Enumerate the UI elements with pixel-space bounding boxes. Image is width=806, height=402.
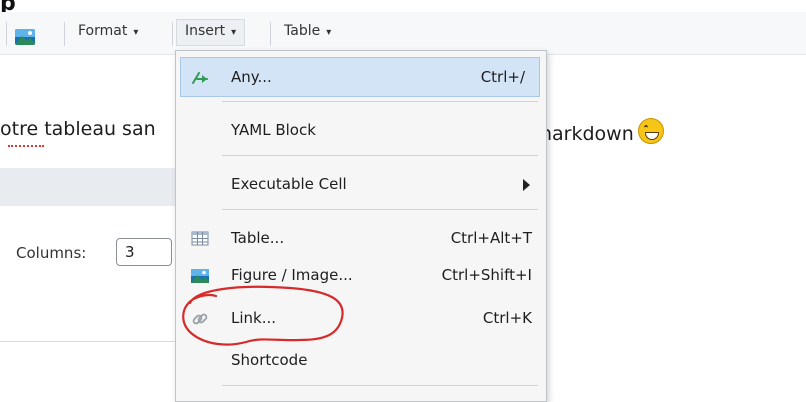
menu-separator (222, 101, 538, 102)
columns-input[interactable] (116, 238, 172, 266)
menu-item-any[interactable]: Any... Ctrl+/ (180, 57, 540, 97)
menu-separator (222, 385, 538, 386)
top-strip: p (0, 0, 806, 16)
chevron-down-icon: ▾ (133, 27, 139, 38)
table-grid-icon (191, 230, 209, 248)
menu-item-shortcode[interactable]: Shortcode (176, 341, 546, 381)
menu-item-shortcut: Ctrl+Shift+I (441, 266, 532, 284)
menu-item-executable-cell[interactable]: Executable Cell (176, 165, 546, 205)
toolbar-separator (6, 22, 7, 46)
menu-item-table[interactable]: Table... Ctrl+Alt+T (176, 219, 546, 259)
table-menu-label: Table (284, 23, 321, 39)
panel-divider (0, 341, 180, 342)
chevron-down-icon: ▾ (326, 27, 332, 38)
menu-item-label: Any... (231, 68, 272, 86)
menu-item-label: Table... (231, 229, 285, 247)
toolbar-separator (64, 22, 65, 46)
editor-toolbar: Format ▾ Insert ▾ Table ▾ (0, 12, 806, 55)
document-text-left[interactable]: otre tableau san (0, 118, 156, 140)
menu-item-label: YAML Block (231, 121, 316, 139)
menu-item-link[interactable]: Link... Ctrl+K (176, 299, 546, 339)
dialog-panel-header (0, 168, 180, 206)
format-menu-button[interactable]: Format ▾ (78, 23, 138, 39)
menu-item-label: Shortcode (231, 351, 308, 369)
document-text-right: narkdown (540, 123, 634, 145)
submenu-arrow-icon (523, 179, 530, 191)
toolbar-separator (172, 22, 173, 46)
toolbar-separator (270, 22, 271, 46)
menu-item-label: Executable Cell (231, 175, 347, 193)
arrow-icon (191, 69, 209, 87)
insert-image-icon[interactable] (15, 29, 35, 45)
menu-item-figure-image[interactable]: Figure / Image... Ctrl+Shift+I (176, 256, 546, 296)
insert-menu-label: Insert (185, 23, 226, 39)
chevron-down-icon: ▾ (231, 27, 237, 38)
insert-menu-button[interactable]: Insert ▾ (176, 19, 246, 46)
spellcheck-underline (8, 143, 44, 147)
insert-dropdown-menu: Any... Ctrl+/ YAML Block Executable Cell… (175, 50, 547, 402)
columns-label: Columns: (16, 244, 87, 262)
menu-item-shortcut: Ctrl+Alt+T (450, 229, 532, 247)
menu-item-shortcut: Ctrl+K (482, 309, 532, 327)
grinning-sweat-emoji-icon (637, 118, 664, 144)
document-text-right-wrapper[interactable]: narkdown (540, 118, 664, 145)
table-menu-button[interactable]: Table ▾ (284, 23, 331, 39)
menu-item-shortcut: Ctrl+/ (480, 68, 525, 86)
menu-item-label: Link... (231, 309, 277, 327)
format-menu-label: Format (78, 23, 128, 39)
menu-separator (222, 155, 538, 156)
menu-separator (222, 209, 538, 210)
image-icon (191, 267, 209, 285)
link-icon (191, 310, 209, 328)
menu-item-yaml-block[interactable]: YAML Block (176, 111, 546, 151)
menu-item-label: Figure / Image... (231, 266, 353, 284)
